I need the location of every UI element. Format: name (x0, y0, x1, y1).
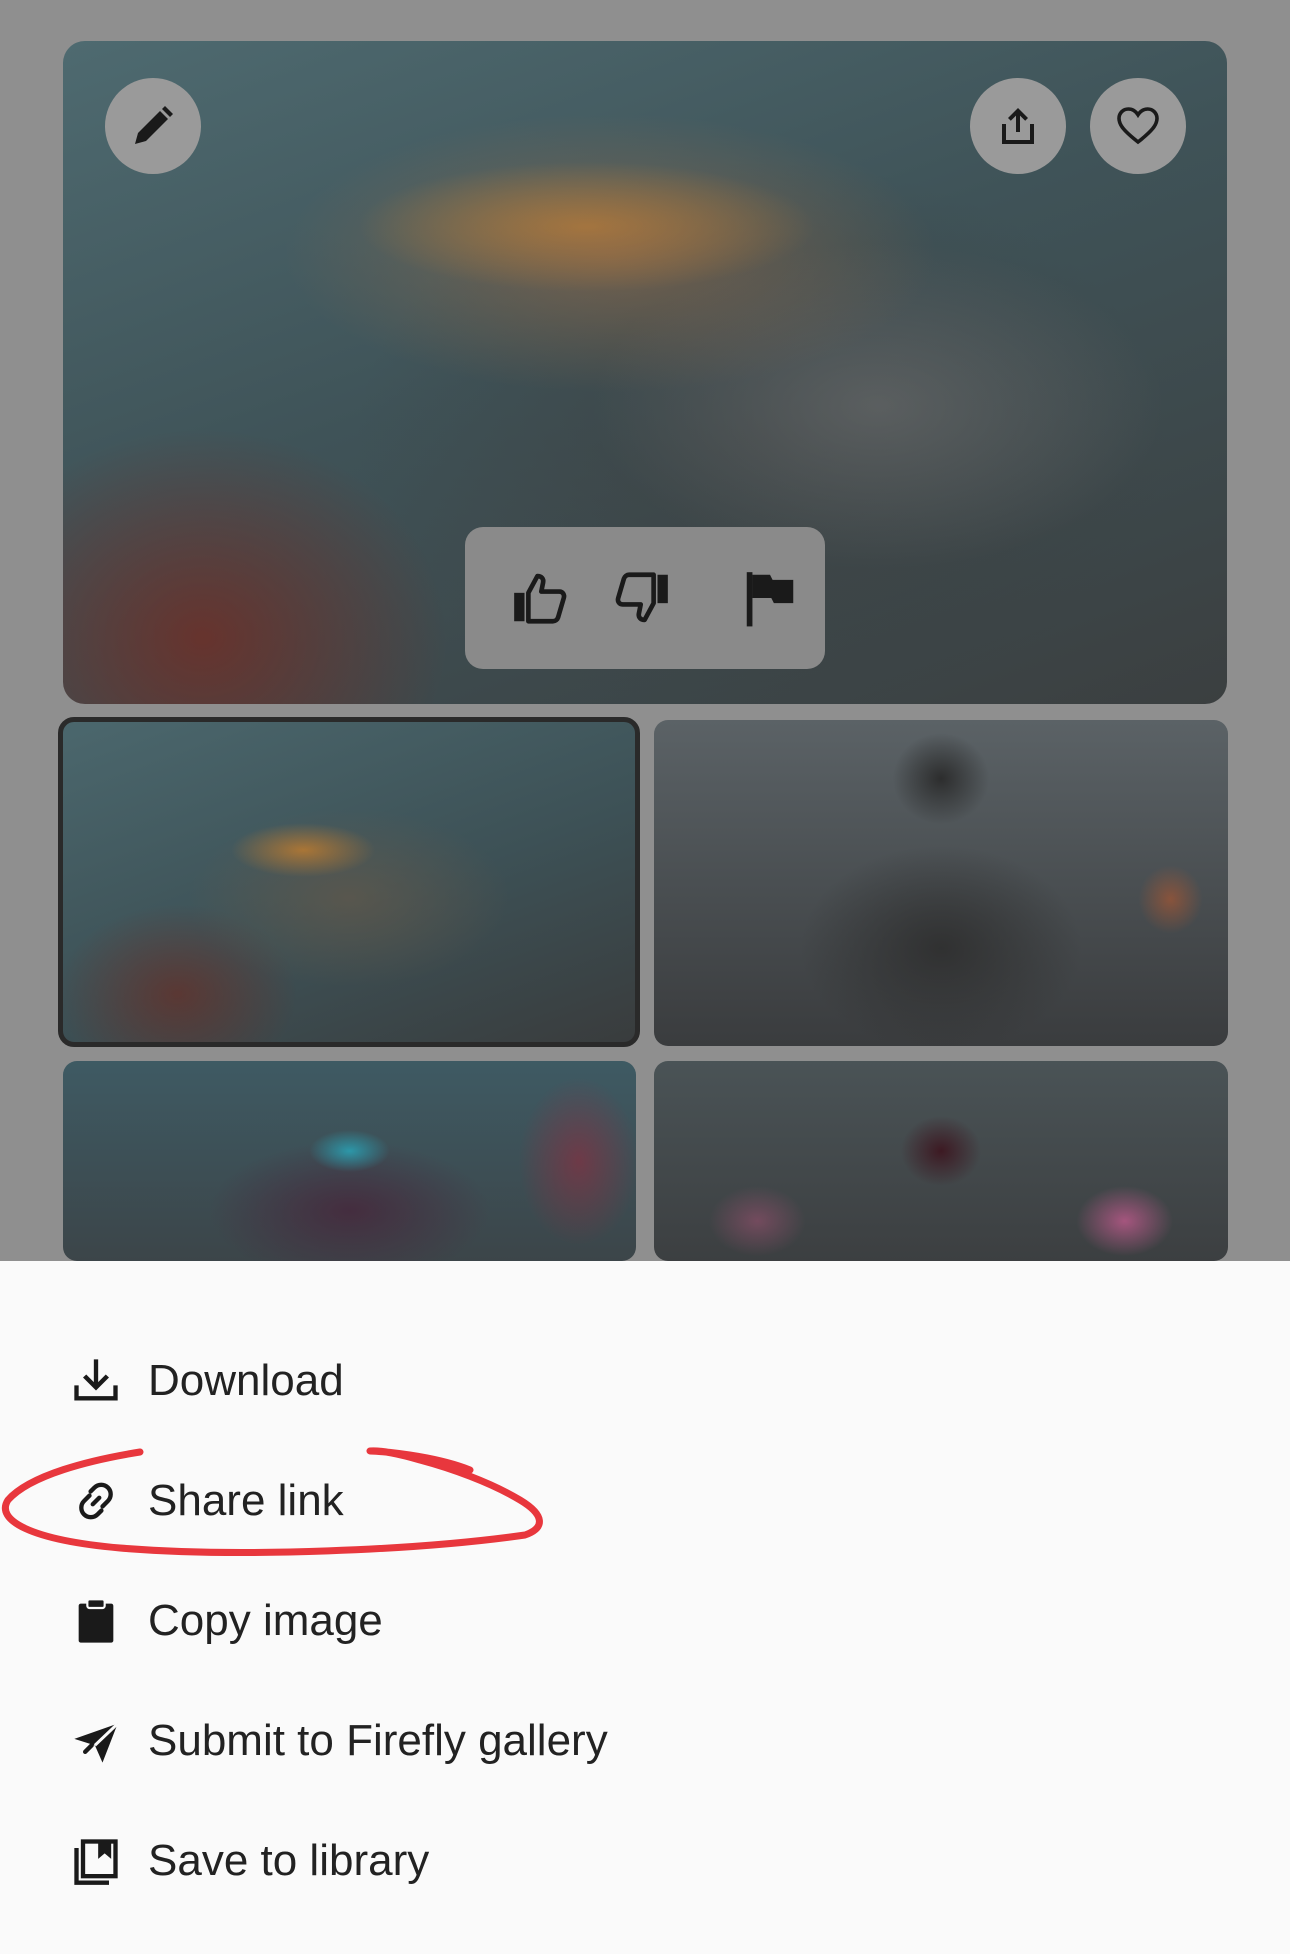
menu-item-copy-image[interactable]: Copy image (68, 1581, 383, 1661)
menu-item-label: Save to library (148, 1836, 430, 1885)
library-icon (68, 1833, 124, 1889)
thumbnail-3[interactable] (63, 1061, 636, 1261)
menu-item-download[interactable]: Download (68, 1341, 344, 1421)
thumbs-down-icon (615, 572, 668, 623)
menu-item-label: Submit to Firefly gallery (148, 1716, 608, 1765)
feedback-bar (465, 527, 825, 669)
edit-button[interactable] (105, 78, 201, 174)
pencil-icon (135, 106, 173, 144)
thumbnail-4[interactable] (654, 1061, 1228, 1261)
paper-plane-icon (68, 1713, 124, 1769)
flag-icon (746, 572, 794, 627)
menu-item-save-library[interactable]: Save to library (68, 1821, 429, 1901)
report-button[interactable] (737, 565, 803, 631)
favorite-button[interactable] (1090, 78, 1186, 174)
share-icon (1002, 108, 1034, 144)
thumbs-up-icon (514, 573, 567, 624)
link-icon (68, 1473, 124, 1529)
download-icon (68, 1353, 124, 1409)
share-button[interactable] (970, 78, 1066, 174)
dislike-button[interactable] (609, 565, 675, 631)
thumbnail-1-selected[interactable] (58, 717, 640, 1047)
thumbnail-2[interactable] (654, 720, 1228, 1046)
heart-icon (1117, 107, 1159, 145)
menu-item-share-link[interactable]: Share link (68, 1461, 344, 1541)
like-button[interactable] (507, 565, 573, 631)
menu-item-label: Copy image (148, 1596, 383, 1645)
menu-item-label: Download (148, 1356, 344, 1405)
menu-item-submit-gallery[interactable]: Submit to Firefly gallery (68, 1701, 608, 1781)
menu-item-label: Share link (148, 1476, 344, 1525)
clipboard-icon (68, 1593, 124, 1649)
